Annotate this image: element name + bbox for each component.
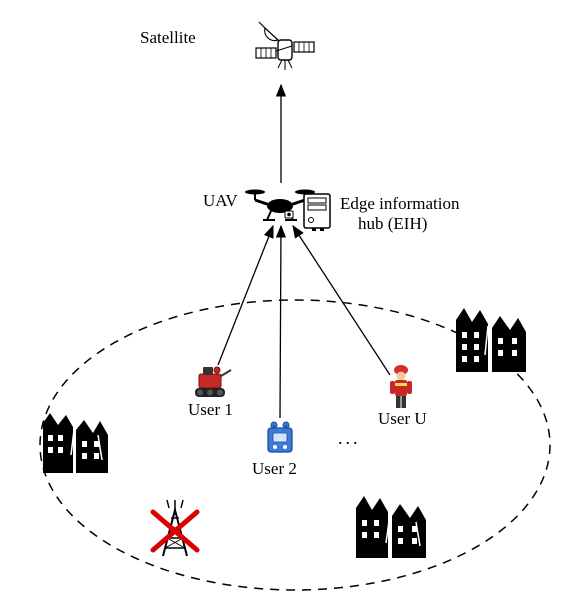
satellite-icon — [250, 18, 320, 78]
user1-label: User 1 — [188, 400, 233, 420]
eih-server-icon — [302, 190, 334, 232]
building2-icon — [450, 300, 535, 375]
eih-label-line2: hub (EIH) — [358, 214, 427, 234]
users-ellipsis: ... — [338, 428, 361, 449]
userU-label: User U — [378, 409, 427, 429]
building1-icon — [38, 405, 118, 475]
uplink-user1-uav — [218, 226, 273, 365]
building3-icon — [350, 488, 435, 560]
broken-tower-icon — [145, 498, 205, 560]
user2-device-icon — [260, 418, 300, 458]
uav-label: UAV — [203, 191, 238, 211]
uplink-user2-uav — [280, 226, 281, 418]
user2-label: User 2 — [252, 459, 297, 479]
user1-robot-icon — [185, 364, 235, 400]
uplink-userU-uav — [293, 226, 390, 375]
userU-firefighter-icon — [384, 362, 418, 410]
eih-label-line1: Edge information — [340, 194, 459, 214]
satellite-label: Satellite — [140, 28, 196, 48]
